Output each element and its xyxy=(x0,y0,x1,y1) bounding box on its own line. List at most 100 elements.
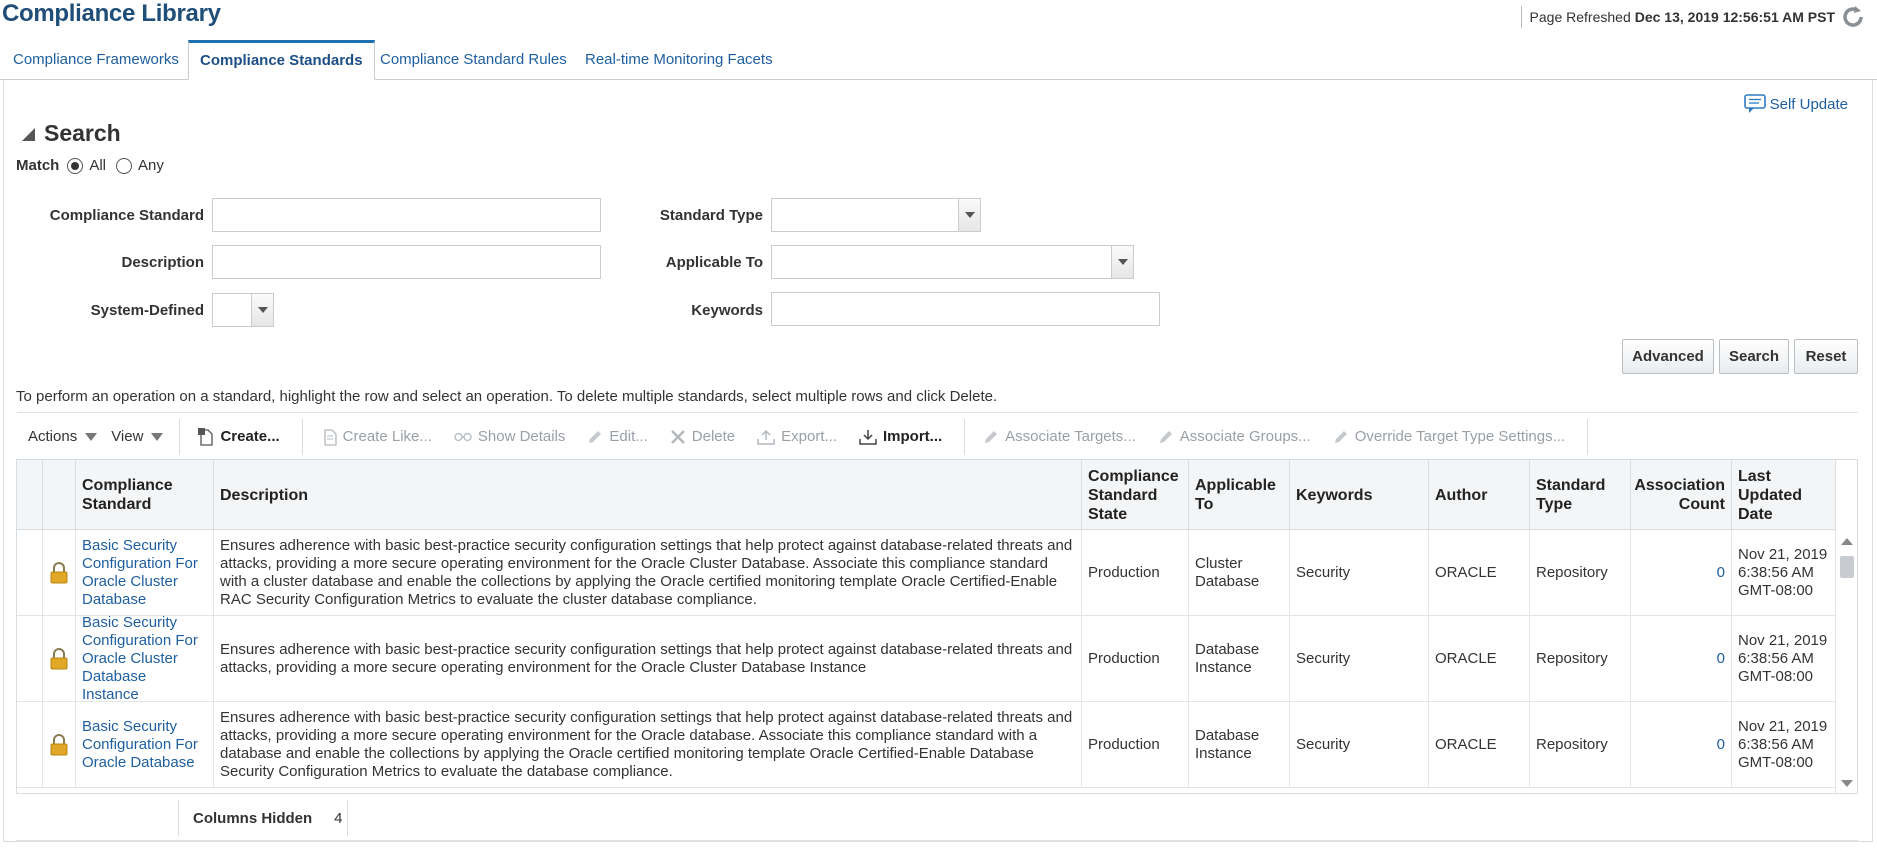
association-count-cell: 0 xyxy=(1631,702,1732,788)
column-header-standard[interactable]: Compliance Standard xyxy=(76,460,214,530)
column-header-author[interactable]: Author xyxy=(1429,460,1530,530)
lock-icon xyxy=(50,648,68,670)
row-selector[interactable] xyxy=(17,616,43,702)
author-cell: ORACLE xyxy=(1429,530,1530,616)
lock-cell xyxy=(43,530,76,616)
standard-name-link[interactable]: Basic Security Configuration For Oracle … xyxy=(76,530,214,616)
pencil-icon xyxy=(589,430,602,443)
column-header-applicable-to[interactable]: Applicable To xyxy=(1189,460,1290,530)
search-section-header[interactable]: Search xyxy=(22,120,121,147)
create-like-button[interactable]: Create Like... xyxy=(321,428,432,446)
chevron-down-icon[interactable] xyxy=(251,294,273,326)
keywords-cell: Security xyxy=(1290,616,1429,702)
column-header-standard-type[interactable]: Standard Type xyxy=(1530,460,1631,530)
tab-compliance-standards[interactable]: Compliance Standards xyxy=(188,40,375,80)
copy-document-icon xyxy=(324,428,337,446)
state-cell: Production xyxy=(1082,702,1189,788)
keywords-cell: Security xyxy=(1290,702,1429,788)
standard-type-cell: Repository xyxy=(1530,530,1631,616)
row-selector[interactable] xyxy=(17,702,43,788)
page-refreshed: Page Refreshed Dec 13, 2019 12:56:51 AM … xyxy=(1520,2,1867,32)
search-button[interactable]: Search xyxy=(1719,339,1789,374)
description-label: Description xyxy=(121,254,204,271)
lock-cell xyxy=(43,616,76,702)
glasses-icon xyxy=(454,432,472,441)
state-cell: Production xyxy=(1082,530,1189,616)
standard-type-select[interactable] xyxy=(771,198,981,232)
export-button[interactable]: Export... xyxy=(757,428,837,445)
associate-targets-button[interactable]: Associate Targets... xyxy=(983,428,1136,445)
table-row[interactable]: Basic Security Configuration For Oracle … xyxy=(17,702,1836,788)
table-footer: Columns Hidden 4 xyxy=(178,800,348,836)
scroll-up-icon[interactable] xyxy=(1841,538,1853,545)
chevron-down-icon[interactable] xyxy=(958,199,980,231)
scroll-thumb[interactable] xyxy=(1840,556,1854,578)
dropdown-arrow-icon xyxy=(151,432,164,441)
association-count-cell: 0 xyxy=(1631,616,1732,702)
table-row[interactable]: Basic Security Configuration For Oracle … xyxy=(17,530,1836,616)
create-like-label: Create Like... xyxy=(342,428,432,445)
toolbar-divider xyxy=(964,418,966,455)
last-updated-cell: Nov 21, 2019 6:38:56 AM GMT-08:00 xyxy=(1732,616,1836,702)
system-defined-select[interactable] xyxy=(212,293,274,327)
delete-button[interactable]: Delete xyxy=(670,428,735,445)
show-details-button[interactable]: Show Details xyxy=(454,428,565,445)
column-header-keywords[interactable]: Keywords xyxy=(1290,460,1429,530)
self-update-label: Self Update xyxy=(1769,95,1848,113)
match-all-radio[interactable] xyxy=(67,157,84,174)
description-cell: Ensures adherence with basic best-practi… xyxy=(214,616,1082,702)
table-row[interactable]: Basic Security Configuration For Oracle … xyxy=(17,616,1836,702)
edit-button[interactable]: Edit... xyxy=(587,428,648,445)
applicable-to-label: Applicable To xyxy=(665,254,763,271)
override-target-type-label: Override Target Type Settings... xyxy=(1354,428,1566,445)
match-label: Match xyxy=(16,157,60,174)
compliance-standard-input[interactable] xyxy=(212,198,601,232)
dropdown-arrow-icon xyxy=(85,432,98,441)
delete-label: Delete xyxy=(691,428,736,445)
column-header-association-count[interactable]: Association Count xyxy=(1631,460,1732,530)
search-title: Search xyxy=(44,120,121,146)
row-selector[interactable] xyxy=(17,530,43,616)
columns-hidden-label: Columns Hidden xyxy=(193,809,313,827)
override-target-type-button[interactable]: Override Target Type Settings... xyxy=(1333,428,1565,445)
column-header-state[interactable]: Compliance Standard State xyxy=(1082,460,1189,530)
description-input[interactable] xyxy=(212,245,601,279)
chevron-down-icon[interactable] xyxy=(1111,246,1133,278)
tab-compliance-standard-rules[interactable]: Compliance Standard Rules xyxy=(369,40,578,80)
associate-groups-label: Associate Groups... xyxy=(1179,428,1311,445)
advanced-button[interactable]: Advanced xyxy=(1622,339,1714,374)
tab-compliance-frameworks[interactable]: Compliance Frameworks xyxy=(2,40,190,80)
column-header-description[interactable]: Description xyxy=(214,460,1082,530)
view-menu[interactable]: View xyxy=(111,428,164,445)
new-document-icon xyxy=(198,427,214,446)
association-count-link[interactable]: 0 xyxy=(1717,736,1725,754)
create-button[interactable]: Create... xyxy=(198,427,280,446)
actions-menu[interactable]: Actions xyxy=(28,428,98,445)
scroll-down-icon[interactable] xyxy=(1841,780,1853,787)
import-button[interactable]: Import... xyxy=(859,428,942,445)
associate-groups-button[interactable]: Associate Groups... xyxy=(1158,428,1311,445)
last-updated-cell: Nov 21, 2019 6:38:56 AM GMT-08:00 xyxy=(1732,702,1836,788)
keywords-input[interactable] xyxy=(771,292,1160,326)
self-update-link[interactable]: Self Update xyxy=(1743,94,1848,114)
tab-realtime-monitoring-facets[interactable]: Real-time Monitoring Facets xyxy=(574,40,784,80)
match-any-radio[interactable] xyxy=(116,157,133,174)
table-header: Compliance Standard Description Complian… xyxy=(17,460,1836,530)
reset-button[interactable]: Reset xyxy=(1794,339,1858,374)
instruction-text: To perform an operation on a standard, h… xyxy=(16,388,998,405)
standard-type-cell: Repository xyxy=(1530,616,1631,702)
standard-name-link[interactable]: Basic Security Configuration For Oracle … xyxy=(76,616,214,702)
refresh-icon[interactable] xyxy=(1839,3,1867,31)
author-cell: ORACLE xyxy=(1429,616,1530,702)
association-count-link[interactable]: 0 xyxy=(1717,650,1725,668)
association-count-cell: 0 xyxy=(1631,530,1732,616)
vertical-scrollbar[interactable] xyxy=(1835,530,1857,793)
standard-name-link[interactable]: Basic Security Configuration For Oracle … xyxy=(76,702,214,788)
association-count-link[interactable]: 0 xyxy=(1717,564,1725,582)
divider xyxy=(1520,6,1522,28)
table-toolbar: Actions View Create... Create Like... Sh… xyxy=(17,412,1858,460)
collapse-triangle-icon[interactable] xyxy=(22,128,35,141)
applicable-to-cell: Database Instance xyxy=(1189,616,1290,702)
applicable-to-select[interactable] xyxy=(771,245,1134,279)
column-header-last-updated[interactable]: Last Updated Date xyxy=(1732,460,1836,530)
